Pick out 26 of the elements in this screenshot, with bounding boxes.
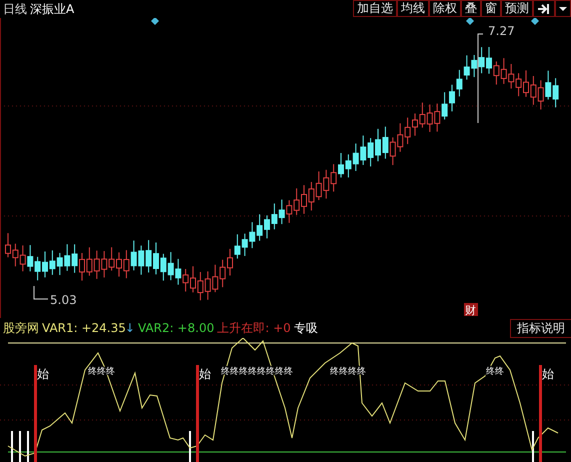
collapse-panel-icon[interactable] [533, 0, 555, 17]
dropdown-caret-icon[interactable] [555, 0, 571, 17]
diamond-marker-icon [151, 18, 159, 25]
leader-line [34, 286, 48, 300]
toolbar-button[interactable]: 预测 [501, 0, 533, 17]
indicator-value: ↓ [124, 320, 135, 337]
diamond-marker-icon [531, 18, 539, 25]
indicator-name: 股旁网 [3, 320, 39, 337]
toolbar-button[interactable]: 窗 [481, 0, 501, 17]
start-signal-label: 始 [37, 367, 49, 381]
toolbar-button[interactable]: 加自选 [353, 0, 397, 17]
toolbar-button[interactable]: 除权 [429, 0, 461, 17]
toolbar-button[interactable]: 叠 [461, 0, 481, 17]
indicator-value: 上升在即: +0 [217, 320, 291, 337]
indicator-value: VAR1: +24.35 [42, 320, 126, 337]
start-signal-label: 始 [199, 367, 211, 381]
low-price-label: 5.03 [50, 293, 77, 307]
indicator-value: VAR2: +8.00 [138, 320, 214, 337]
indicator-value: 专吸 [294, 320, 318, 337]
event-badge: 财 [464, 303, 478, 317]
start-signal-label: 始 [542, 367, 554, 381]
explain-button[interactable]: 指标说明 [510, 318, 571, 338]
stock-name: 深振业A [30, 1, 74, 18]
toolbar-button[interactable]: 均线 [397, 0, 429, 17]
period-label: 日线 [3, 1, 27, 18]
high-price-label: 7.27 [488, 24, 515, 38]
